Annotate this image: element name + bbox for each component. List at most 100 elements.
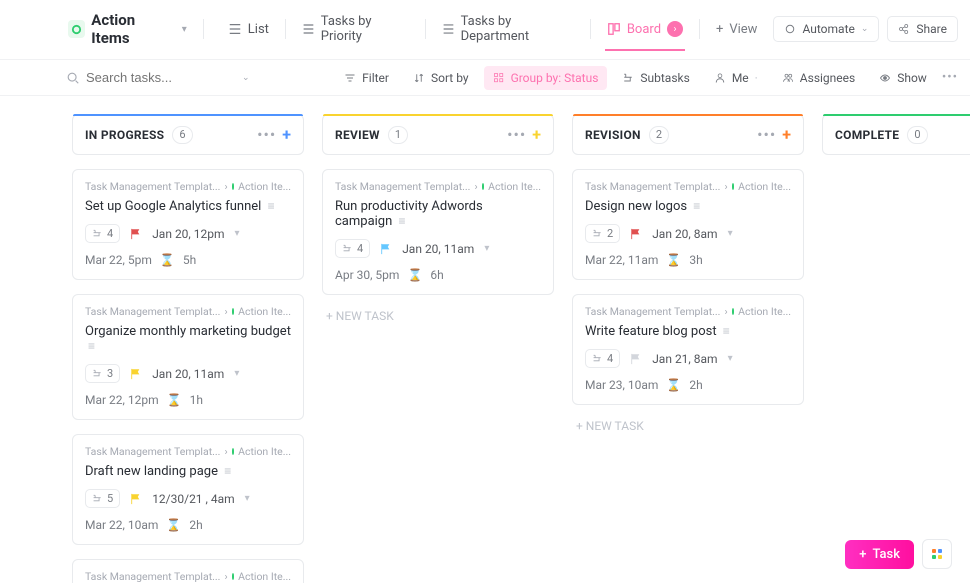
add-view[interactable]: + View [704,14,770,45]
breadcrumb[interactable]: Task Management Templat...›Action Ite... [85,445,291,458]
status-dot-icon [732,308,735,315]
chevron-down-icon[interactable]: ▾ [484,243,489,254]
flag-icon [630,353,642,365]
show-button[interactable]: Show [870,66,936,90]
me-button[interactable]: Me · [705,66,767,90]
subtasks-button[interactable]: Subtasks [613,66,698,90]
chevron-down-icon[interactable]: ⌄ [242,73,250,83]
breadcrumb[interactable]: Task Management Templat...›Action Ite... [85,570,291,583]
search-box[interactable]: ⌄ [60,64,260,91]
task-date: Mar 22, 11am [585,253,658,267]
task-card[interactable]: Task Management Templat...›Action Ite...… [572,294,804,405]
task-date: Mar 23, 10am [585,378,658,392]
status-dot-icon [232,448,235,455]
due-date: Jan 20, 8am [652,227,717,241]
view-board[interactable]: Board › [595,13,695,45]
task-date: Mar 22, 12pm [85,393,159,407]
view-list-label: List [248,22,269,37]
filter-button[interactable]: Filter [335,66,398,90]
subtasks-count: 4 [607,352,613,365]
breadcrumb[interactable]: Task Management Templat...›Action Ite... [585,305,791,318]
column-header[interactable]: REVIEW1•••+ [322,114,554,155]
column-more-icon[interactable]: ••• [507,125,526,144]
column-more-icon[interactable]: ••• [257,125,276,144]
chevron-down-icon[interactable]: ▾ [245,493,250,504]
due-date: Jan 20, 11am [402,242,474,256]
view-list[interactable]: List [216,14,281,45]
hourglass-icon: ⌛ [666,253,681,267]
chevron-down-icon[interactable]: ▾ [728,353,733,364]
share-button[interactable]: Share [887,16,958,42]
column-title: REVIEW [335,128,380,142]
new-task-button[interactable]: + NEW TASK [572,405,804,447]
subtasks-pill[interactable]: 5 [85,489,120,508]
task-card[interactable]: Task Management Templat...›Action Ite...… [72,434,304,545]
column-add-icon[interactable]: + [532,125,541,144]
column-add-icon[interactable]: + [782,125,791,144]
estimate: 6h [430,268,443,282]
subtasks-count: 4 [107,227,113,240]
status-dot-icon [482,183,485,190]
task-card[interactable]: Task Management Templat...›Action Ite...… [72,294,304,420]
column-complete: COMPLETE0•••+ [822,114,970,155]
task-card[interactable]: Task Management Templat...›Action Ite...… [322,169,554,295]
view-dept[interactable]: Tasks by Department [430,6,586,52]
flag-icon [130,228,142,240]
task-card[interactable]: Task Management Templat...›Action Ite...… [572,169,804,280]
breadcrumb[interactable]: Task Management Templat...›Action Ite... [85,305,291,318]
task-date: Mar 22, 10am [85,518,158,532]
column-more-icon[interactable]: ••• [757,125,776,144]
column-title: REVISION [585,128,641,142]
column-header[interactable]: REVISION 2 ••• + [572,114,804,155]
hourglass-icon: ⌛ [407,268,422,282]
subtasks-pill[interactable]: 2 [585,224,620,243]
automate-button[interactable]: Automate ⌄ [773,16,879,42]
chevron-down-icon[interactable]: ▾ [234,368,239,379]
chevron-down-icon[interactable]: ▾ [235,228,240,239]
task-card[interactable]: Task Management Templat...›Action Ite... [72,559,304,583]
filter-bar: ⌄ Filter Sort by Group by: Status Subtas… [0,59,970,96]
subtasks-pill[interactable]: 3 [85,364,120,383]
hourglass-icon: ⌛ [167,393,182,407]
fab-label: Task [872,547,900,562]
hourglass-icon: ⌛ [160,253,175,267]
sort-button[interactable]: Sort by [404,66,478,90]
view-priority[interactable]: Tasks by Priority [290,6,421,52]
breadcrumb[interactable]: Task Management Templat...›Action Ite... [85,180,291,193]
more-icon[interactable]: ••• [942,70,958,85]
column-count: 2 [649,126,669,144]
divider [590,19,591,39]
group-button[interactable]: Group by: Status [484,66,608,90]
estimate: 1h [190,393,203,407]
subtasks-pill[interactable]: 4 [585,349,620,368]
space-selector[interactable]: Action Items ▾ [60,7,195,51]
top-toolbar: Action Items ▾ List Tasks by Priority Ta… [0,0,970,59]
breadcrumb[interactable]: Task Management Templat...›Action Ite... [585,180,791,193]
flag-icon [130,368,142,380]
column-add-icon[interactable]: + [282,125,291,144]
due-date: Jan 20, 11am [152,367,224,381]
toolbar-right: Automate ⌄ Share [773,16,958,42]
description-icon: ≡ [399,214,406,228]
go-icon: › [667,21,683,37]
subtasks-pill[interactable]: 4 [335,239,370,258]
apps-button[interactable] [922,539,952,569]
subtasks-pill[interactable]: 4 [85,224,120,243]
search-input[interactable] [86,70,206,85]
new-task-button[interactable]: + NEW TASK [322,295,554,337]
group-label: Group by: Status [511,71,599,85]
description-icon: ≡ [88,339,95,353]
divider [285,19,286,39]
chevron-down-icon[interactable]: ▾ [728,228,733,239]
breadcrumb[interactable]: Task Management Templat...›Action Ite... [335,180,541,193]
task-date: Apr 30, 5pm [335,268,399,282]
divider [203,19,204,39]
column-header[interactable]: COMPLETE0•••+ [822,114,970,155]
me-label: Me [732,71,749,85]
flag-icon [380,243,392,255]
new-task-fab[interactable]: + Task [845,540,914,569]
hourglass-icon: ⌛ [166,518,181,532]
task-card[interactable]: Task Management Templat...›Action Ite...… [72,169,304,280]
assignees-button[interactable]: Assignees [773,66,864,90]
column-header[interactable]: IN PROGRESS6•••+ [72,114,304,155]
